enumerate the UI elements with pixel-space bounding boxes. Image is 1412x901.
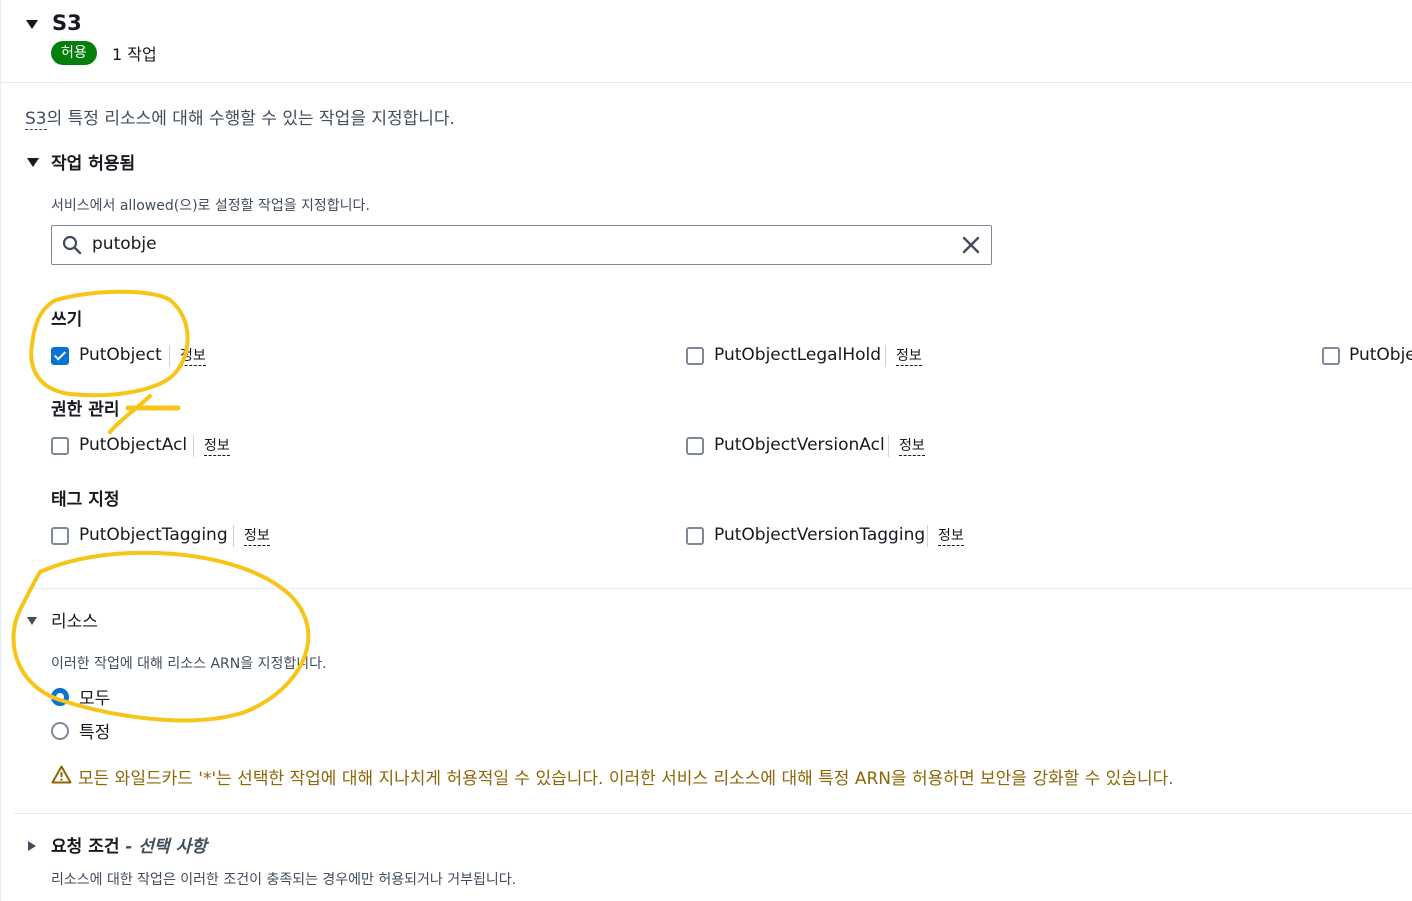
action-label-putobjectlegalhold[interactable]: PutObjectLegalHold [714,345,881,365]
action-label-putobjectversiontagging[interactable]: PutObjectVersionTagging [714,525,925,545]
separator [888,435,889,457]
service-description: S3의 특정 리소스에 대해 수행할 수 있는 작업을 지정합니다. [25,104,455,130]
checkbox-putobjectversiontagging[interactable] [686,527,704,545]
service-name-link[interactable]: S3 [25,109,47,130]
resources-caret-icon[interactable] [27,617,37,625]
checkbox-putobjectacl[interactable] [51,437,69,455]
separator [193,435,194,457]
collapse-caret-icon[interactable] [26,20,38,29]
info-link[interactable]: 정보 [899,437,925,456]
action-label-putobjecttagging[interactable]: PutObjectTagging [79,525,228,545]
actions-caret-icon[interactable] [27,158,39,167]
group-label-permissions: 권한 관리 [51,400,120,420]
action-search-input[interactable]: putobje [51,225,992,265]
service-title[interactable]: S3 [52,11,82,35]
group-label-tagging: 태그 지정 [51,490,120,510]
close-icon[interactable] [962,236,980,254]
conditions-description: 리소스에 대한 작업은 이러한 조건이 충족되는 경우에만 허용되거나 거부됩니… [51,872,517,888]
actions-allowed-title[interactable]: 작업 허용됨 [51,149,135,174]
info-link[interactable]: 정보 [896,347,922,366]
info-link[interactable]: 정보 [180,347,206,366]
info-link[interactable]: 정보 [244,527,270,546]
status-badge: 허용 [51,41,97,65]
checkbox-putobject-truncated[interactable] [1322,347,1340,365]
separator [169,345,170,367]
resources-description: 이러한 작업에 대해 리소스 ARN을 지정합니다. [51,656,327,672]
radio-all[interactable] [51,688,69,706]
actions-allowed-description: 서비스에서 allowed(으)로 설정할 작업을 지정합니다. [51,198,370,214]
section-divider [26,588,1412,589]
separator [233,525,234,547]
action-label-putobject[interactable]: PutObject [79,345,162,365]
checkbox-putobject[interactable] [51,347,69,365]
wildcard-warning: 모든 와일드카드 '*'는 선택한 작업에 대해 지나치게 허용적일 수 있습니… [78,769,1174,789]
service-header [0,0,1412,83]
info-link[interactable]: 정보 [204,437,230,456]
action-label-putobjectacl[interactable]: PutObjectAcl [79,435,187,455]
checkbox-putobjectversionacl[interactable] [686,437,704,455]
warning-icon [51,765,72,784]
radio-label-all[interactable]: 모두 [79,684,110,709]
action-count: 1 작업 [112,45,157,64]
conditions-caret-icon[interactable] [28,841,36,851]
search-value: putobje [92,234,157,254]
radio-label-specific[interactable]: 특정 [79,718,110,743]
conditions-title-text: 요청 조건 [51,837,120,857]
left-border [0,0,1,901]
conditions-title[interactable]: 요청 조건 - 선택 사항 [51,832,207,857]
service-description-text: 의 특정 리소스에 대해 수행할 수 있는 작업을 지정합니다. [46,109,455,129]
checkbox-putobjectlegalhold[interactable] [686,347,704,365]
radio-specific[interactable] [51,722,69,740]
search-icon [62,235,82,255]
section-divider [14,813,1412,814]
resources-title[interactable]: 리소스 [51,607,98,632]
separator [885,345,886,367]
info-link[interactable]: 정보 [938,527,964,546]
group-label-write: 쓰기 [51,310,83,330]
checkbox-putobjecttagging[interactable] [51,527,69,545]
conditions-optional: - 선택 사항 [125,837,207,857]
action-label-putobject-truncated[interactable]: PutObje [1349,345,1412,365]
separator [927,525,928,547]
action-label-putobjectversionacl[interactable]: PutObjectVersionAcl [714,435,885,455]
